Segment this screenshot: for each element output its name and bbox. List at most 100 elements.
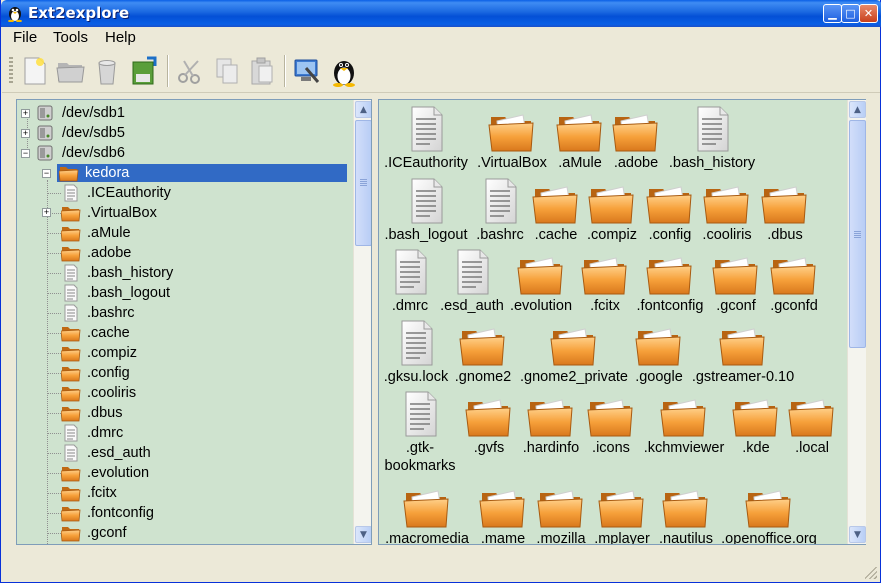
folder-icon xyxy=(760,180,810,226)
tree-item-sdb1[interactable]: + /dev/sdb1 xyxy=(21,103,125,123)
tree-item[interactable]: .cooliris xyxy=(47,383,137,403)
tree-item-label: .ICEauthority xyxy=(87,185,171,201)
folder-icon xyxy=(661,484,711,530)
document-icon xyxy=(63,264,79,282)
tree-item-kedora[interactable]: − kedora xyxy=(42,163,347,183)
open-folder-button[interactable] xyxy=(54,54,88,88)
folder-tree[interactable]: + /dev/sdb1 + /dev/sdb5 − /dev/sdb6 − ke… xyxy=(16,99,372,545)
file-item-label: .google xyxy=(635,369,683,385)
scroll-up-button[interactable]: ▲ xyxy=(355,101,371,118)
save-button[interactable] xyxy=(127,54,161,88)
tree-connector xyxy=(47,180,48,544)
tree-item[interactable]: .config xyxy=(47,363,130,383)
cut-button[interactable] xyxy=(173,54,207,88)
maximize-button[interactable]: □ xyxy=(841,4,860,23)
minimize-icon: ▁ xyxy=(828,7,837,20)
expand-icon[interactable]: + xyxy=(21,128,30,138)
toolbar-separator xyxy=(284,55,286,87)
file-scrollbar[interactable]: ▲ ▼ xyxy=(847,100,866,544)
expand-icon[interactable]: + xyxy=(21,108,30,118)
menu-help[interactable]: Help xyxy=(105,29,136,46)
tree-item[interactable]: .bash_logout xyxy=(47,283,170,303)
file-view[interactable]: .ICEauthority .VirtualBox .aMule .adobe .bas… xyxy=(378,99,866,545)
file-item-label: .gstreamer-0.10 xyxy=(691,369,795,385)
new-file-icon xyxy=(24,57,46,85)
tree-connector xyxy=(47,393,61,394)
file-item-label: .icons xyxy=(592,440,630,456)
menu-bar: File Tools Help xyxy=(2,27,880,49)
tree-item-label: .cache xyxy=(87,325,130,341)
tree-item[interactable]: .compiz xyxy=(47,343,137,363)
tree-item[interactable]: .dbus xyxy=(47,403,122,423)
tree-item[interactable]: + .VirtualBox xyxy=(42,203,157,223)
close-button[interactable]: ✕ xyxy=(859,4,878,23)
tree-item-label: /dev/sdb6 xyxy=(62,145,125,161)
folder-icon xyxy=(61,524,81,542)
menu-tools[interactable]: Tools xyxy=(53,29,88,46)
tree-item-label: /dev/sdb1 xyxy=(62,105,125,121)
collapse-icon[interactable]: − xyxy=(21,148,30,158)
scroll-thumb[interactable] xyxy=(849,120,866,348)
window-title: Ext2explore xyxy=(28,4,130,22)
minimize-button[interactable]: ▁ xyxy=(823,4,842,23)
menu-file[interactable]: File xyxy=(13,29,37,46)
toolbar-grip[interactable] xyxy=(9,57,13,85)
file-item-label: .adobe xyxy=(613,155,659,171)
tree-item[interactable]: .fontconfig xyxy=(47,503,154,523)
tux-button[interactable] xyxy=(327,54,361,88)
paste-button[interactable] xyxy=(245,54,279,88)
folder-item[interactable]: .gstreamer-0.10 xyxy=(688,318,798,386)
scroll-thumb[interactable] xyxy=(355,120,371,246)
folder-item[interactable]: .dbus xyxy=(730,176,840,244)
toolbar-separator xyxy=(167,55,169,87)
expand-icon[interactable]: + xyxy=(42,208,51,217)
close-icon: ✕ xyxy=(863,7,874,20)
tree-item[interactable]: .bash_history xyxy=(47,263,173,283)
tux-icon xyxy=(333,61,355,87)
resize-grip[interactable] xyxy=(865,567,877,579)
folder-item[interactable]: .openoffice.org xyxy=(714,480,824,544)
settings-button[interactable] xyxy=(290,54,324,88)
tree-item[interactable]: .ICEauthority xyxy=(47,183,171,203)
tree-connector xyxy=(47,293,61,294)
folder-icon xyxy=(61,364,81,382)
tree-item-label: .cooliris xyxy=(87,385,137,401)
tree-scrollbar[interactable]: ▲ ▼ xyxy=(353,100,371,544)
chevron-up-icon: ▲ xyxy=(854,104,861,115)
tree-item-sdb5[interactable]: + /dev/sdb5 xyxy=(21,123,125,143)
new-file-button[interactable] xyxy=(18,54,52,88)
tree-connector xyxy=(47,493,61,494)
copy-button[interactable] xyxy=(210,54,244,88)
folder-item[interactable]: .gconfd xyxy=(739,247,849,315)
tree-item[interactable]: .esd_auth xyxy=(47,443,151,463)
tree-item[interactable]: .cache xyxy=(47,323,130,343)
drive-icon xyxy=(36,124,54,142)
title-bar[interactable]: Ext2explore ▁ □ ✕ xyxy=(1,0,881,27)
tree-connector xyxy=(47,513,61,514)
tree-item[interactable]: .dmrc xyxy=(47,423,123,443)
tree-item-sdb6[interactable]: − /dev/sdb6 xyxy=(21,143,125,163)
tree-item-label: .VirtualBox xyxy=(87,205,157,221)
folder-icon xyxy=(787,393,837,439)
document-icon xyxy=(692,104,732,154)
file-item[interactable]: .bash_history xyxy=(657,104,767,172)
tree-item[interactable]: .evolution xyxy=(47,463,149,483)
collapse-icon[interactable]: − xyxy=(42,168,51,178)
scroll-down-button[interactable]: ▼ xyxy=(355,526,371,543)
tree-item[interactable]: .aMule xyxy=(47,223,131,243)
document-icon xyxy=(63,444,79,462)
tree-item[interactable]: .gconf xyxy=(47,523,127,543)
tree-connector xyxy=(47,253,61,254)
cut-icon xyxy=(178,60,200,84)
tree-item[interactable]: .bashrc xyxy=(47,303,135,323)
folder-icon xyxy=(61,204,81,222)
scroll-down-button[interactable]: ▼ xyxy=(849,526,866,543)
tree-item[interactable]: .adobe xyxy=(47,243,131,263)
folder-icon xyxy=(61,224,81,242)
scroll-up-button[interactable]: ▲ xyxy=(849,101,866,118)
tree-item[interactable]: .fcitx xyxy=(47,483,117,503)
open-folder-icon xyxy=(56,63,85,83)
file-item-label: .nautilus xyxy=(658,531,713,545)
tree-item-label: /dev/sdb5 xyxy=(62,125,125,141)
delete-button[interactable] xyxy=(90,54,124,88)
